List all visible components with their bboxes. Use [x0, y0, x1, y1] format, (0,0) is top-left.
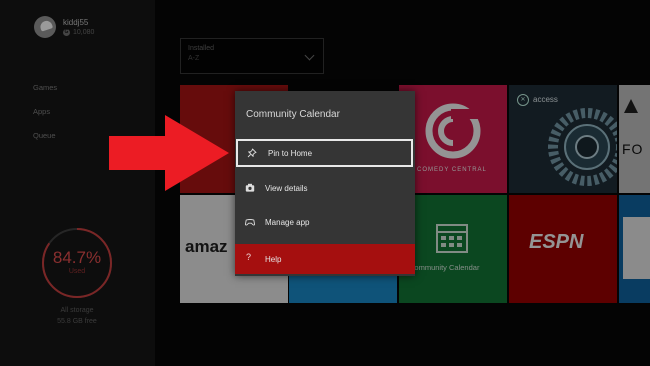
menu-item-label: View details	[265, 183, 308, 193]
gamepad-icon	[245, 219, 255, 226]
help-icon: ?	[246, 252, 252, 262]
nav-games[interactable]: Games	[33, 83, 57, 92]
storage-free: 55.8 GB free	[57, 318, 97, 325]
nav-queue[interactable]: Queue	[33, 131, 56, 140]
menu-item-manage-app[interactable]: Manage app	[235, 208, 415, 236]
menu-item-label: Manage app	[265, 217, 310, 227]
storage-percent: 84.7%	[52, 248, 102, 267]
nav-apps[interactable]: Apps	[33, 107, 50, 116]
menu-item-help[interactable]: ? Help	[235, 244, 415, 274]
menu-item-pin-to-home[interactable]: Pin to Home	[236, 139, 413, 167]
gamertag: kiddj55	[63, 17, 89, 27]
menu-item-label: Pin to Home	[268, 148, 313, 158]
details-icon	[245, 183, 255, 192]
context-menu-title: Community Calendar	[246, 109, 340, 120]
profile[interactable]: kiddj55 G 10,080	[34, 16, 94, 38]
avatar	[34, 16, 56, 38]
gamerscore-icon: G	[63, 28, 70, 36]
context-menu: Community Calendar Pin to Home View deta…	[235, 91, 415, 276]
storage-all-label: All storage	[60, 307, 94, 314]
menu-item-view-details[interactable]: View details	[235, 174, 415, 202]
annotation-arrow-icon	[109, 115, 229, 191]
gamerscore: G 10,080	[63, 28, 95, 36]
storage-used-label: Used	[68, 268, 86, 275]
pin-icon	[247, 148, 257, 158]
menu-item-label: Help	[265, 254, 282, 264]
